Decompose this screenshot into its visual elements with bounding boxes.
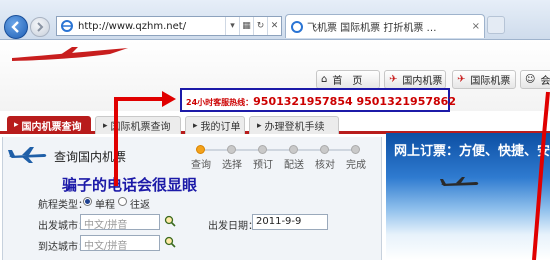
nav-member[interactable]: ☺ 会员 (520, 70, 550, 89)
nav-domestic-flights[interactable]: ✈ 国内机票 (384, 70, 446, 89)
trip-type-label: 航程类型： (38, 200, 88, 211)
forward-button[interactable] (30, 17, 50, 37)
browser-tab[interactable]: 飞机票 国际机票 打折机票 … × (285, 14, 485, 38)
new-tab-button[interactable] (487, 16, 505, 34)
hotline-label: 24小时客服热线： (186, 98, 254, 107)
nav-international-flights[interactable]: ✈ 国际机票 (452, 70, 516, 89)
nav-home-label: 首 页 (332, 76, 363, 87)
city-picker-icon[interactable] (164, 236, 176, 248)
round-trip-label[interactable]: 往返 (130, 196, 150, 211)
nav-home[interactable]: ⌂ 首 页 (316, 70, 380, 89)
step-label: 选择 (222, 160, 242, 171)
back-button[interactable] (4, 15, 28, 39)
one-way-radio[interactable] (83, 197, 92, 206)
progress-track (198, 149, 358, 151)
hotline: 24小时客服热线：9501321957854 9501321957862 (186, 95, 456, 108)
caret-right-icon: ▸ (14, 120, 19, 130)
departure-date-label: 出发日期： (208, 221, 258, 232)
step-label: 配送 (284, 160, 304, 171)
airplane-icon (440, 177, 479, 186)
site-favicon-icon (291, 20, 303, 33)
tab-my-orders[interactable]: ▸ 我的订单 (185, 116, 245, 134)
compat-view-icon[interactable]: ▦ (239, 17, 253, 35)
refresh-icon[interactable]: ↻ (253, 17, 267, 35)
plane-icon: ✈ (389, 74, 398, 85)
step-dot (289, 145, 298, 154)
tab-international-search[interactable]: ▸ 国际机票查询 (95, 116, 181, 134)
ie-page-icon (61, 20, 73, 32)
arrow-right-icon (37, 22, 44, 32)
arrow-left-icon (11, 21, 19, 33)
search-panel-title: 查询国内机票 (54, 150, 127, 164)
tab-boarding[interactable]: ▸ 办理登机手续 (249, 116, 339, 134)
tab-domestic-search-label: 国内机票查询 (21, 121, 82, 133)
address-bar[interactable]: http://www.qzhm.net/ ▾ ▦ ↻ ✕ (56, 16, 282, 36)
logo-plane-icon (12, 47, 128, 61)
round-trip-radio[interactable] (118, 197, 127, 206)
caret-right-icon: ▸ (193, 120, 198, 131)
caret-right-icon: ▸ (103, 120, 108, 131)
step-dot (351, 145, 360, 154)
departure-date-input[interactable]: 2011-9-9 (252, 214, 328, 230)
step-dot (227, 145, 236, 154)
city-picker-icon[interactable] (164, 215, 176, 227)
step-label: 完成 (346, 160, 366, 171)
step-label: 查询 (191, 160, 211, 171)
step-label: 预订 (253, 160, 273, 171)
step-dot (196, 145, 205, 154)
caret-right-icon: ▸ (257, 120, 262, 131)
address-url[interactable]: http://www.qzhm.net/ (78, 21, 225, 32)
plane-icon: ✈ (457, 74, 466, 85)
tab-domestic-search[interactable]: ▸ 国内机票查询 (7, 116, 91, 134)
tab-international-search-label: 国际机票查询 (110, 122, 171, 133)
tab-title: 飞机票 国际机票 打折机票 … (307, 23, 437, 34)
annotation-text: 骗子的电话会很显眼 (62, 176, 198, 194)
banner-text: 网上订票：方便、快捷、安 (394, 144, 550, 159)
nav-international-label: 国际机票 (470, 76, 511, 87)
to-city-input[interactable]: 中文/拼音 (80, 235, 160, 251)
airplane-icon (8, 147, 47, 163)
from-city-input[interactable]: 中文/拼音 (80, 214, 160, 230)
nav-domestic-label: 国内机票 (402, 76, 443, 87)
one-way-label[interactable]: 单程 (95, 196, 115, 211)
tab-my-orders-label: 我的订单 (200, 122, 241, 133)
nav-member-label: 会员 (540, 76, 550, 87)
stop-icon[interactable]: ✕ (267, 17, 281, 35)
hotline-numbers: 9501321957854 9501321957862 (253, 95, 456, 108)
user-icon: ☺ (525, 74, 536, 85)
step-dot (320, 145, 329, 154)
step-dot (258, 145, 267, 154)
home-icon: ⌂ (321, 74, 328, 85)
search-dropdown-icon[interactable]: ▾ (225, 17, 239, 35)
tab-close-icon[interactable]: × (472, 21, 480, 32)
step-label: 核对 (315, 160, 335, 171)
tab-boarding-label: 办理登机手续 (264, 122, 325, 133)
